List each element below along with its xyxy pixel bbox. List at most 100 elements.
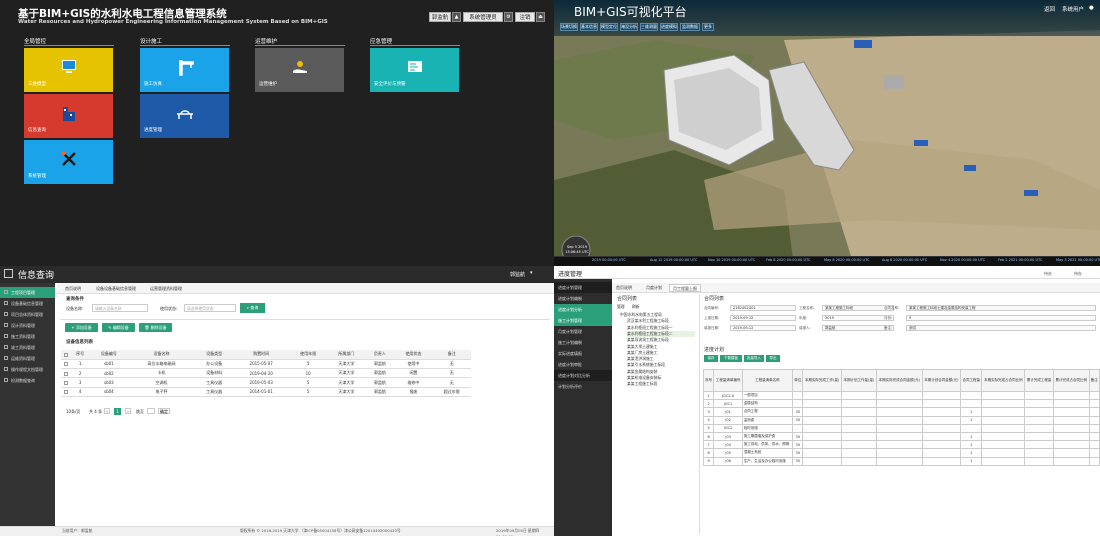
table-row[interactable]: 4 J02 监测费 30 1 [702, 415, 1100, 425]
table-row[interactable]: 6 J03 施工期围堰及保护费 30 1 [702, 431, 1100, 442]
user-link[interactable]: 系统用户 [1062, 5, 1084, 13]
table-cell[interactable] [840, 415, 877, 425]
tab[interactable]: 首页说明 [65, 285, 81, 293]
gis-tab[interactable]: 基本信息 [580, 23, 598, 31]
sidebar-item[interactable]: 实际进度填报 [554, 348, 612, 359]
tile-3d-model[interactable]: 三维模型 [24, 48, 113, 92]
status-select[interactable]: 请选择使用状态 [184, 304, 236, 312]
tile-safety-warning[interactable]: 安全评价与预警 [370, 48, 459, 92]
table-cell[interactable] [981, 390, 1026, 401]
tile-construction-sim[interactable]: 施工仿真 [140, 48, 229, 92]
delete-device-button[interactable]: 🗑 删除设备 [139, 323, 172, 332]
tab[interactable]: 首页说明 [616, 284, 632, 292]
tree-node[interactable]: 某某金属结构安装 [627, 369, 695, 375]
table-cell[interactable] [802, 431, 842, 442]
tree-node[interactable]: 某某机电设备安装标 [627, 375, 695, 381]
table-cell[interactable] [921, 415, 962, 425]
table-row[interactable]: 1 JGC2-0 一般项目 [702, 390, 1100, 401]
form-input[interactable]: 2019-09-12 [730, 315, 796, 321]
gis-tab[interactable]: 模型定位 [600, 23, 618, 31]
table-row[interactable]: 4 sb04 电子秤 工具仪器 2014-01-01 5 天津大学 郭监航 报废 超过年限 [61, 387, 471, 398]
form-input[interactable]: 2019-09-12 [730, 325, 796, 331]
tree-node[interactable]: 某水利枢纽工程施工标段一 [627, 325, 695, 331]
sidebar-item[interactable]: 工程项目管理 [0, 287, 55, 298]
sidebar-item[interactable]: 施工计划编制 [554, 337, 612, 348]
table-cell[interactable]: 1 [960, 440, 983, 450]
tree-node[interactable]: 某某导流洞工程施工标段 [627, 337, 695, 343]
table-cell[interactable] [1088, 423, 1100, 433]
plan-action-button[interactable]: 导出 [766, 355, 780, 362]
todo-link-2[interactable]: 待办 [1074, 271, 1082, 277]
column-header[interactable]: 使用年限 [288, 350, 328, 360]
table-cell[interactable] [1052, 407, 1090, 417]
table-cell[interactable]: 30 [792, 448, 804, 458]
tree-node[interactable]: 某某工程施工标段 [627, 381, 695, 387]
sidebar-item[interactable]: 进度计划编制 [554, 293, 612, 304]
table-cell[interactable] [840, 390, 877, 401]
table-cell[interactable] [840, 407, 877, 417]
logout-button[interactable]: 注销 [515, 12, 535, 22]
table-cell[interactable] [981, 423, 1026, 433]
table-cell[interactable] [875, 448, 923, 458]
table-cell[interactable] [792, 399, 804, 409]
table-cell[interactable] [840, 456, 877, 466]
table-cell[interactable] [875, 390, 923, 401]
column-header[interactable]: 购置时间 [233, 350, 289, 360]
table-cell[interactable] [875, 440, 923, 450]
table-cell[interactable] [1052, 390, 1090, 401]
gis-tab[interactable]: 淹没分析 [620, 23, 638, 31]
plan-action-button[interactable]: 保存 [704, 355, 718, 362]
user-name[interactable]: 郭监航 [510, 271, 525, 278]
name-input[interactable]: 请输入设备名称 [92, 304, 148, 312]
sidebar-item[interactable]: 竣工资料管理 [0, 342, 55, 353]
table-cell[interactable] [981, 407, 1026, 417]
goto-input[interactable] [147, 408, 155, 414]
column-header[interactable]: 负责人 [365, 350, 395, 360]
table-cell[interactable] [875, 423, 923, 433]
table-cell[interactable] [1052, 448, 1090, 458]
tree-node[interactable]: 武汉某水利工程施工标段 [627, 318, 695, 324]
table-cell[interactable] [840, 440, 877, 450]
row-checkbox[interactable] [63, 371, 68, 376]
sidebar-item[interactable]: 施工计划管理 [554, 315, 612, 326]
sidebar-item[interactable]: 进度计划分析 [554, 304, 612, 315]
sidebar-item[interactable]: 运维资料管理 [0, 353, 55, 364]
table-cell[interactable] [1024, 415, 1054, 425]
table-cell[interactable] [1024, 456, 1054, 466]
table-cell[interactable] [921, 399, 962, 409]
table-cell[interactable] [921, 390, 962, 401]
tree-refresh-button[interactable]: 刷新 [632, 304, 640, 310]
user-avatar-icon[interactable]: ● [1089, 5, 1094, 11]
satellite-map[interactable] [554, 0, 1100, 266]
tree-node[interactable]: 某某引水系统施工标段 [627, 362, 695, 368]
sidebar-item[interactable]: 检测数据查询 [0, 375, 55, 386]
table-cell[interactable] [1024, 423, 1054, 433]
tile-info-query[interactable]: 信息查询 [24, 94, 113, 138]
gis-tab[interactable]: 场景切换 [560, 23, 578, 31]
table-cell[interactable]: 30 [792, 415, 804, 425]
column-header[interactable]: 设备编号 [89, 350, 128, 360]
table-row[interactable]: 8 J05 混凝土系统 30 1 [702, 448, 1100, 458]
table-cell[interactable] [960, 423, 983, 433]
gis-tab[interactable]: 进度模拟 [660, 23, 678, 31]
table-cell[interactable]: 30 [792, 440, 804, 450]
tab[interactable]: 月工程量上报 [669, 284, 701, 292]
row-checkbox[interactable] [63, 362, 68, 367]
table-row[interactable]: 3 sb03 空调机 工具仪器 2019-05-03 5 天津大学 郭监航 维修中无 [61, 377, 471, 388]
table-row[interactable]: 3 J01 合同工程 30 1 [702, 407, 1100, 417]
tree-manage-button[interactable]: 管理 [617, 304, 625, 310]
admin-icon[interactable]: ⚙ [504, 12, 513, 22]
table-cell[interactable] [840, 423, 877, 433]
user-button[interactable]: 郭监航 [429, 12, 451, 22]
table-cell[interactable] [921, 423, 962, 433]
table-row[interactable]: 2 JGC1 金属结构 [702, 399, 1100, 409]
table-cell[interactable] [875, 431, 923, 442]
table-cell[interactable] [1024, 440, 1054, 450]
admin-button[interactable]: 系统管理员 [463, 12, 503, 22]
table-cell[interactable] [1024, 448, 1054, 458]
table-cell[interactable]: 1 [960, 431, 983, 442]
select-all-checkbox[interactable] [63, 352, 68, 357]
table-cell[interactable] [875, 399, 923, 409]
sidebar-item[interactable]: 进度计划审批 [554, 359, 612, 370]
table-cell[interactable] [1024, 390, 1054, 401]
